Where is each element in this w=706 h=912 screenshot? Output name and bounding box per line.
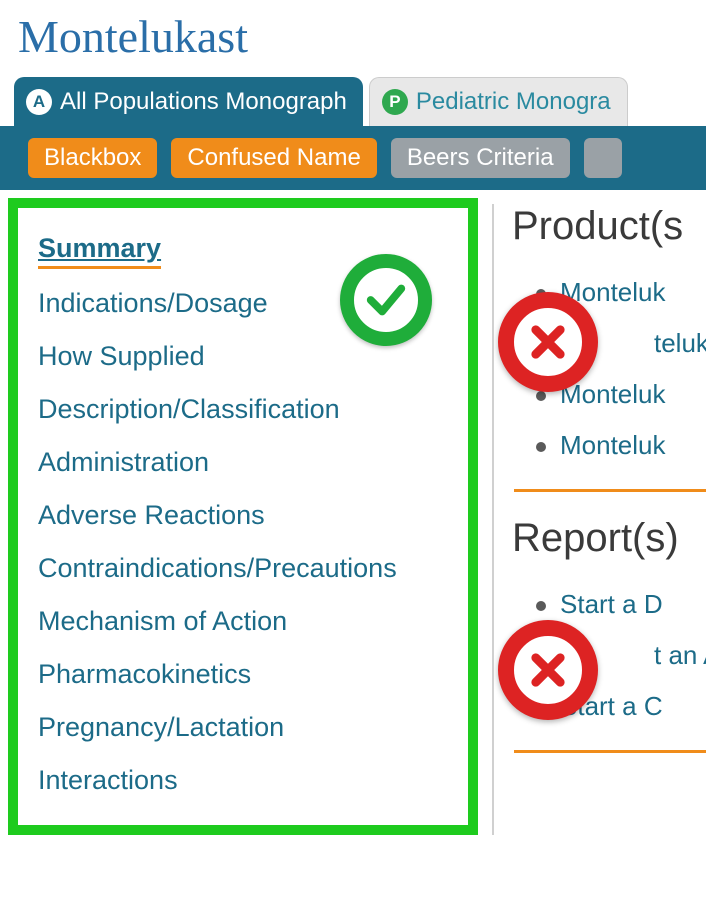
tab-row: A All Populations Monograph P Pediatric … bbox=[0, 77, 706, 126]
side-panel: Product(s Monteluk teluk Monteluk Montel… bbox=[494, 190, 706, 777]
tab-label: All Populations Monograph bbox=[60, 88, 347, 116]
tab-badge-a-icon: A bbox=[26, 89, 52, 115]
tab-label: Pediatric Monogra bbox=[416, 88, 611, 116]
products-heading: Product(s bbox=[512, 204, 706, 249]
pill-confused-name[interactable]: Confused Name bbox=[171, 138, 376, 178]
x-icon bbox=[498, 620, 598, 720]
pill-bar: Blackbox Confused Name Beers Criteria bbox=[0, 126, 706, 190]
content-row: Summary Indications/Dosage How Supplied … bbox=[0, 190, 706, 835]
nav-panel: Summary Indications/Dosage How Supplied … bbox=[8, 198, 478, 835]
nav-contraindications-precautions[interactable]: Contraindications/Precautions bbox=[38, 542, 448, 595]
nav-pharmacokinetics[interactable]: Pharmacokinetics bbox=[38, 648, 448, 701]
checkmark-icon bbox=[340, 254, 432, 346]
nav-mechanism-of-action[interactable]: Mechanism of Action bbox=[38, 595, 448, 648]
nav-adverse-reactions[interactable]: Adverse Reactions bbox=[38, 489, 448, 542]
divider bbox=[514, 489, 706, 492]
nav-pregnancy-lactation[interactable]: Pregnancy/Lactation bbox=[38, 701, 448, 754]
nav-interactions[interactable]: Interactions bbox=[38, 754, 448, 807]
tab-badge-p-icon: P bbox=[382, 89, 408, 115]
pill-extra[interactable] bbox=[584, 138, 623, 178]
pill-blackbox[interactable]: Blackbox bbox=[28, 138, 157, 178]
tab-all-populations[interactable]: A All Populations Monograph bbox=[14, 77, 363, 126]
nav-administration[interactable]: Administration bbox=[38, 436, 448, 489]
nav-summary[interactable]: Summary bbox=[38, 222, 161, 269]
pill-beers-criteria[interactable]: Beers Criteria bbox=[391, 138, 570, 178]
page-title: Montelukast bbox=[0, 0, 706, 77]
divider bbox=[514, 750, 706, 753]
product-link[interactable]: Monteluk bbox=[536, 420, 706, 471]
reports-heading: Report(s) bbox=[512, 516, 706, 561]
nav-description-classification[interactable]: Description/Classification bbox=[38, 383, 448, 436]
x-icon bbox=[498, 292, 598, 392]
tab-pediatric[interactable]: P Pediatric Monogra bbox=[369, 77, 628, 126]
